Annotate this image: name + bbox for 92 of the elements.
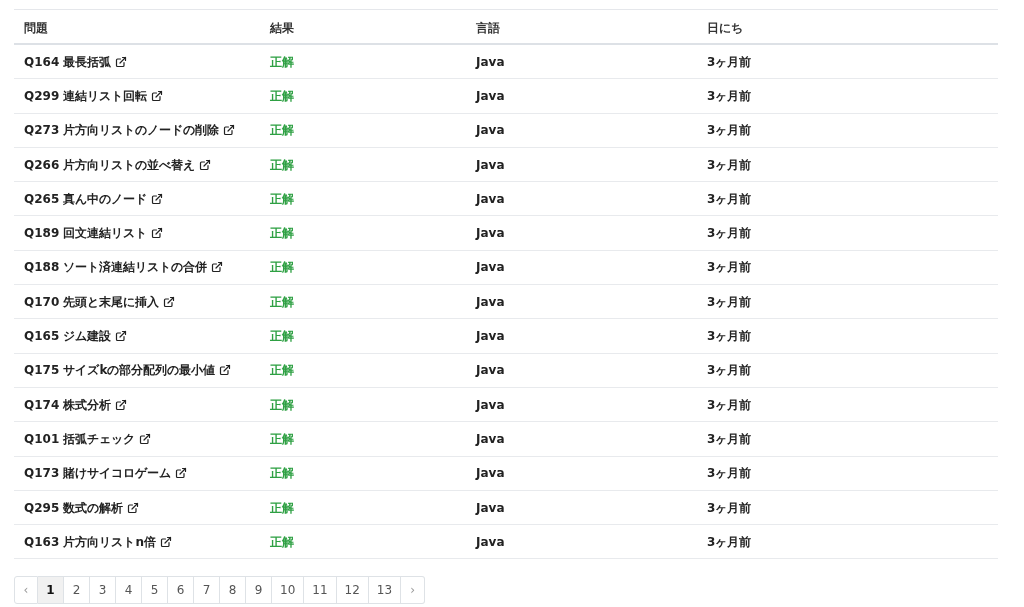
problem-link[interactable]: Q174 株式分析: [24, 395, 128, 414]
language-text: Java: [476, 294, 505, 309]
date-text: 3ヶ月前: [707, 363, 752, 378]
problem-link[interactable]: Q189 回文連結リスト: [24, 224, 164, 243]
external-link-icon: [115, 55, 128, 68]
external-link-icon: [151, 89, 164, 102]
external-link-icon: [127, 501, 140, 514]
page-button[interactable]: 6: [168, 576, 194, 605]
result-text: 正解: [270, 329, 294, 343]
column-header: 結果: [270, 20, 294, 35]
external-link-icon: [139, 432, 152, 445]
date-text: 3ヶ月前: [707, 226, 752, 241]
language-text: Java: [476, 363, 505, 378]
problem-link[interactable]: Q295 数式の解析: [24, 498, 140, 517]
external-link-icon: [199, 158, 212, 171]
language-text: Java: [476, 123, 505, 138]
problem-link[interactable]: Q165 ジム建設: [24, 327, 128, 345]
result-text: 正解: [270, 363, 294, 378]
external-link-icon: [151, 227, 164, 240]
result-text: 正解: [270, 226, 294, 241]
result-text: 正解: [270, 157, 294, 172]
language-text: Java: [476, 534, 505, 549]
problem-link[interactable]: Q265 真ん中のノード: [24, 189, 164, 208]
result-text: 正解: [270, 260, 294, 275]
problem-link[interactable]: Q101 括弧チェック: [24, 429, 152, 448]
column-header: 問題: [24, 20, 48, 35]
column-header: 日にち: [707, 20, 743, 35]
page-button[interactable]: 9: [246, 576, 272, 605]
date-text: 3ヶ月前: [707, 191, 752, 206]
external-link-icon: [115, 330, 128, 342]
result-text: 正解: [270, 397, 294, 412]
result-text: 正解: [270, 500, 294, 515]
external-link-icon: [151, 192, 164, 205]
result-text: 正解: [270, 123, 294, 138]
page-button[interactable]: 1: [38, 576, 64, 605]
external-link-icon: [219, 364, 232, 377]
problem-link[interactable]: Q266 片方向リストの並べ替え: [24, 155, 212, 174]
page-button[interactable]: 3: [90, 576, 116, 605]
language-text: Java: [476, 466, 505, 481]
date-text: 3ヶ月前: [707, 157, 752, 172]
page-button[interactable]: 5: [142, 576, 168, 605]
page-button[interactable]: 8: [220, 576, 246, 605]
language-text: Java: [476, 260, 505, 275]
problem-link[interactable]: Q173 賭けサイコロゲーム: [24, 464, 188, 483]
language-text: Java: [476, 191, 505, 206]
date-text: 3ヶ月前: [707, 54, 752, 69]
date-text: 3ヶ月前: [707, 397, 752, 412]
result-text: 正解: [270, 294, 294, 309]
language-text: Java: [476, 54, 505, 69]
date-text: 3ヶ月前: [707, 88, 752, 103]
external-link-icon: [160, 535, 172, 548]
result-text: 正解: [270, 191, 294, 206]
external-link-icon: [163, 295, 176, 308]
external-link-icon: [175, 467, 188, 480]
result-text: 正解: [270, 88, 294, 103]
external-link-icon: [223, 124, 236, 137]
date-text: 3ヶ月前: [707, 123, 752, 138]
problem-link[interactable]: Q175 サイズkの部分配列の最小値: [24, 361, 232, 380]
language-text: Java: [476, 88, 505, 103]
date-text: 3ヶ月前: [707, 500, 752, 515]
result-text: 正解: [270, 534, 294, 549]
date-text: 3ヶ月前: [707, 294, 752, 309]
page-button[interactable]: 4: [116, 576, 142, 605]
result-text: 正解: [270, 431, 294, 446]
page-button[interactable]: 10: [272, 576, 305, 605]
page-button[interactable]: 7: [194, 576, 220, 605]
problem-link[interactable]: Q170 先頭と末尾に挿入: [24, 292, 176, 311]
problem-link[interactable]: Q163 片方向リストn倍: [24, 532, 172, 551]
page-button[interactable]: 12: [336, 576, 369, 605]
result-text: 正解: [270, 466, 294, 481]
date-text: 3ヶ月前: [707, 431, 752, 446]
page-button[interactable]: 2: [64, 576, 90, 605]
problem-link[interactable]: Q273 片方向リストのノードの削除: [24, 121, 236, 140]
language-text: Java: [476, 226, 505, 241]
language-text: Java: [476, 431, 505, 446]
date-text: 3ヶ月前: [707, 466, 752, 481]
date-text: 3ヶ月前: [707, 260, 752, 275]
result-text: 正解: [270, 54, 294, 69]
column-header: 言語: [476, 20, 500, 35]
problem-link[interactable]: Q299 連結リスト回転: [24, 86, 164, 105]
date-text: 3ヶ月前: [707, 329, 752, 343]
language-text: Java: [476, 157, 505, 172]
problem-link[interactable]: Q188 ソート済連結リストの合併: [24, 258, 224, 277]
date-text: 3ヶ月前: [707, 534, 752, 549]
language-text: Java: [476, 397, 505, 412]
page-button[interactable]: 13: [368, 576, 402, 605]
external-link-icon: [115, 398, 128, 411]
language-text: Java: [476, 329, 505, 343]
external-link-icon: [211, 261, 224, 274]
language-text: Java: [476, 500, 505, 515]
page-button[interactable]: 11: [304, 576, 337, 605]
problem-link[interactable]: Q164 最長括弧: [24, 52, 128, 71]
